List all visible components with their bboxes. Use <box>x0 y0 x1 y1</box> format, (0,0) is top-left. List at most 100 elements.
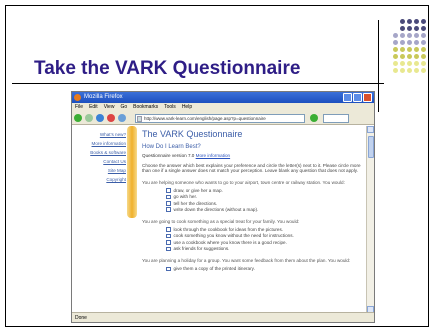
home-icon[interactable] <box>118 114 126 122</box>
instructions: Choose the answer which best explains yo… <box>142 162 361 174</box>
decorative-dot <box>400 68 405 73</box>
version-line: Questionnaire version 7.0 More informati… <box>142 153 362 159</box>
nav-link-copyright[interactable]: Copyright <box>74 175 126 184</box>
decorative-dot <box>393 61 398 66</box>
question-options: give them a copy of the printed itinerar… <box>166 266 362 272</box>
decorative-dot <box>414 33 419 38</box>
list-item: write down the directions (without a map… <box>166 207 362 213</box>
decorative-dot <box>393 54 398 59</box>
back-icon[interactable] <box>74 114 82 122</box>
decorative-dot <box>407 33 412 38</box>
menu-edit[interactable]: Edit <box>89 103 98 112</box>
stop-icon[interactable] <box>107 114 115 122</box>
vertical-scrollbar[interactable] <box>366 126 374 313</box>
nav-link-site-map[interactable]: Site Map <box>74 166 126 175</box>
list-item: give them a copy of the printed itinerar… <box>166 266 362 272</box>
answer-checkbox[interactable] <box>166 240 171 245</box>
forward-icon[interactable] <box>85 114 93 122</box>
sidebar-nav: What's new? More information Books & sof… <box>74 130 126 184</box>
decorative-dot <box>393 33 398 38</box>
minimize-icon[interactable] <box>343 93 352 102</box>
maximize-icon[interactable] <box>353 93 362 102</box>
divider-vertical <box>378 20 379 112</box>
slide-title: Take the VARK Questionnaire <box>34 58 301 79</box>
answer-label: look through the cookbook for ideas from… <box>173 226 284 232</box>
answer-label: ask friends for suggestions. <box>173 246 230 252</box>
answer-label: draw, or give her a map. <box>173 187 223 193</box>
decorative-dot <box>407 40 412 45</box>
question-text: You are planning a holiday for a group. … <box>142 258 351 264</box>
menu-tools[interactable]: Tools <box>164 103 176 112</box>
answer-label: write down the directions (without a map… <box>173 206 259 212</box>
scroll-thumb[interactable] <box>368 136 374 158</box>
decorative-dot <box>407 54 412 59</box>
answer-checkbox[interactable] <box>166 246 171 252</box>
page-icon <box>137 115 142 122</box>
decorative-dot <box>414 19 419 24</box>
question-options: look through the cookbook for ideas from… <box>166 227 362 253</box>
answer-checkbox[interactable] <box>166 201 171 206</box>
menu-go[interactable]: Go <box>120 103 127 112</box>
more-information-link[interactable]: More information <box>196 153 230 158</box>
nav-link-whats-new[interactable]: What's new? <box>74 130 126 139</box>
search-input[interactable] <box>323 113 349 123</box>
decorative-dot <box>414 68 419 73</box>
menu-file[interactable]: File <box>75 103 83 112</box>
decorative-dot <box>400 61 405 66</box>
question-text: You are helping someone who wants to go … <box>142 179 345 185</box>
answer-checkbox[interactable] <box>166 266 171 272</box>
nav-link-books-software[interactable]: Books & software <box>74 148 126 157</box>
address-bar[interactable]: http://www.vark-learn.com/english/page.a… <box>135 113 305 123</box>
nav-link-contact-us[interactable]: Contact Us <box>74 157 126 166</box>
answer-checkbox[interactable] <box>166 188 171 193</box>
decorative-dot <box>393 68 398 73</box>
page-heading: The VARK Questionnaire <box>142 129 243 139</box>
page-subheading: How Do I Learn Best? <box>142 144 201 150</box>
close-icon[interactable] <box>363 93 372 102</box>
version-label: Questionnaire version 7.0 <box>142 153 195 158</box>
answer-checkbox[interactable] <box>166 233 171 239</box>
answer-label: go with her. <box>173 194 198 200</box>
decorative-dot <box>407 47 412 52</box>
questionnaire-main: The VARK Questionnaire How Do I Learn Be… <box>142 129 362 272</box>
decorative-dot <box>421 47 426 52</box>
scroll-up-icon[interactable] <box>367 126 374 133</box>
answer-checkbox[interactable] <box>166 194 171 200</box>
menu-help[interactable]: Help <box>182 103 192 112</box>
decorative-dot <box>414 26 419 31</box>
decorative-dot <box>400 40 405 45</box>
answer-checkbox[interactable] <box>166 227 171 232</box>
decorative-dot <box>407 19 412 24</box>
decorative-dot <box>414 54 419 59</box>
decorative-dot <box>421 54 426 59</box>
answer-checkbox[interactable] <box>166 207 171 212</box>
status-text: Done <box>75 315 87 321</box>
decorative-dot-grid <box>393 19 433 81</box>
decorative-dot <box>421 68 426 73</box>
nav-link-more-information[interactable]: More information <box>74 139 126 148</box>
go-button[interactable] <box>310 114 318 122</box>
decorative-dot <box>400 54 405 59</box>
decorative-dot <box>400 33 405 38</box>
list-item: ask friends for suggestions. <box>166 246 362 252</box>
decorative-dot <box>407 26 412 31</box>
answer-label: give them a copy of the printed itinerar… <box>173 266 255 272</box>
decorative-dot <box>407 61 412 66</box>
decorative-dot <box>421 33 426 38</box>
decorative-dot <box>421 61 426 66</box>
divider-horizontal <box>12 83 384 84</box>
answer-label: use a cookbook where you know there is a… <box>173 239 287 245</box>
question-options: draw, or give her a map. go with her. te… <box>166 187 362 213</box>
decorative-dot <box>414 47 419 52</box>
navigation-toolbar: http://www.vark-learn.com/english/page.a… <box>72 112 374 125</box>
menu-bookmarks[interactable]: Bookmarks <box>133 103 158 112</box>
decorative-dot <box>400 26 405 31</box>
decorative-dot <box>414 40 419 45</box>
answer-label: cook something you know without the need… <box>173 233 294 239</box>
menu-view[interactable]: View <box>104 103 115 112</box>
decorative-dot <box>421 40 426 45</box>
reload-icon[interactable] <box>96 114 104 122</box>
status-bar: Done <box>72 312 374 322</box>
window-title: Mozilla Firefox <box>84 94 123 100</box>
decorative-dot <box>400 47 405 52</box>
